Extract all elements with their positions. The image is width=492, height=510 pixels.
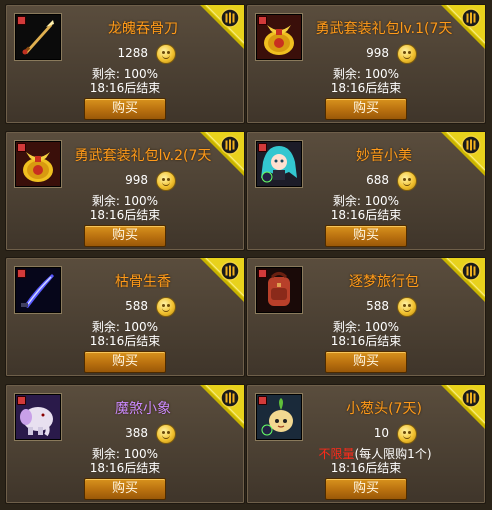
buy-button[interactable]: 购买: [325, 351, 407, 373]
lock-icon: [258, 269, 267, 278]
shop-item-card-1: 龙魄吞骨刀 1288 剩余: 100% 18:16后结束 购买: [5, 4, 245, 124]
item-price: 588: [125, 299, 148, 313]
item-thumbnail[interactable]: [256, 141, 302, 187]
end-time: 18:16后结束: [330, 81, 402, 95]
buy-button[interactable]: 购买: [84, 225, 166, 247]
gold-coin-icon: [156, 44, 176, 64]
item-thumbnail[interactable]: [256, 394, 302, 440]
gold-coin-icon: [397, 424, 417, 444]
gold-coin-icon: [156, 424, 176, 444]
item-thumbnail[interactable]: [256, 267, 302, 313]
item-price: 998: [125, 173, 148, 187]
item-thumbnail[interactable]: [15, 141, 61, 187]
gold-coin-icon: [397, 297, 417, 317]
buy-button[interactable]: 购买: [84, 351, 166, 373]
hot-sale-corner-icon: [441, 132, 485, 176]
hot-sale-corner-icon: [441, 258, 485, 302]
end-time: 18:16后结束: [330, 208, 402, 222]
buy-button[interactable]: 购买: [325, 478, 407, 500]
lock-icon: [258, 143, 267, 152]
item-price: 388: [125, 426, 148, 440]
shop-item-card-6: 逐梦旅行包 588 剩余: 100% 18:16后结束 购买: [246, 257, 486, 377]
buy-button[interactable]: 购买: [325, 225, 407, 247]
item-thumbnail[interactable]: [15, 267, 61, 313]
item-price: 688: [366, 173, 389, 187]
gold-coin-icon: [156, 297, 176, 317]
end-time: 18:16后结束: [330, 334, 402, 348]
shop-item-card-4: 妙音小美 688 剩余: 100% 18:16后结束 购买: [246, 131, 486, 251]
shop-item-card-2: 勇武套装礼包lv.1(7天 998 剩余: 100% 18:16后结束 购买: [246, 4, 486, 124]
end-time: 18:16后结束: [89, 334, 161, 348]
shop-item-card-3: 勇武套装礼包lv.2(7天 998 剩余: 100% 18:16后结束 购买: [5, 131, 245, 251]
lock-icon: [17, 269, 26, 278]
hot-sale-corner-icon: [200, 5, 244, 49]
item-price: 1288: [117, 46, 148, 60]
end-time: 18:16后结束: [89, 81, 161, 95]
item-price: 998: [366, 46, 389, 60]
hot-sale-corner-icon: [441, 385, 485, 429]
end-time: 18:16后结束: [330, 461, 402, 475]
buy-button[interactable]: 购买: [325, 98, 407, 120]
end-time: 18:16后结束: [89, 461, 161, 475]
hot-sale-corner-icon: [200, 385, 244, 429]
lock-icon: [258, 16, 267, 25]
shop-item-card-7: 魔煞小象 388 剩余: 100% 18:16后结束 购买: [5, 384, 245, 504]
hot-sale-corner-icon: [200, 132, 244, 176]
lock-icon: [258, 396, 267, 405]
item-thumbnail[interactable]: [15, 394, 61, 440]
hot-sale-corner-icon: [441, 5, 485, 49]
gold-coin-icon: [397, 44, 417, 64]
item-price: 588: [366, 299, 389, 313]
lock-icon: [17, 143, 26, 152]
item-price: 10: [373, 426, 389, 440]
buy-button[interactable]: 购买: [84, 98, 166, 120]
shop-item-card-5: 枯骨生香 588 剩余: 100% 18:16后结束 购买: [5, 257, 245, 377]
item-thumbnail[interactable]: [256, 14, 302, 60]
lock-icon: [17, 396, 26, 405]
gold-coin-icon: [156, 171, 176, 191]
lock-icon: [17, 16, 26, 25]
gold-coin-icon: [397, 171, 417, 191]
shop-item-card-8: 小葱头(7天) 10 不限量(每人限购1个) 18:16后结束 购买: [246, 384, 486, 504]
end-time: 18:16后结束: [89, 208, 161, 222]
hot-sale-corner-icon: [200, 258, 244, 302]
item-thumbnail[interactable]: [15, 14, 61, 60]
buy-button[interactable]: 购买: [84, 478, 166, 500]
